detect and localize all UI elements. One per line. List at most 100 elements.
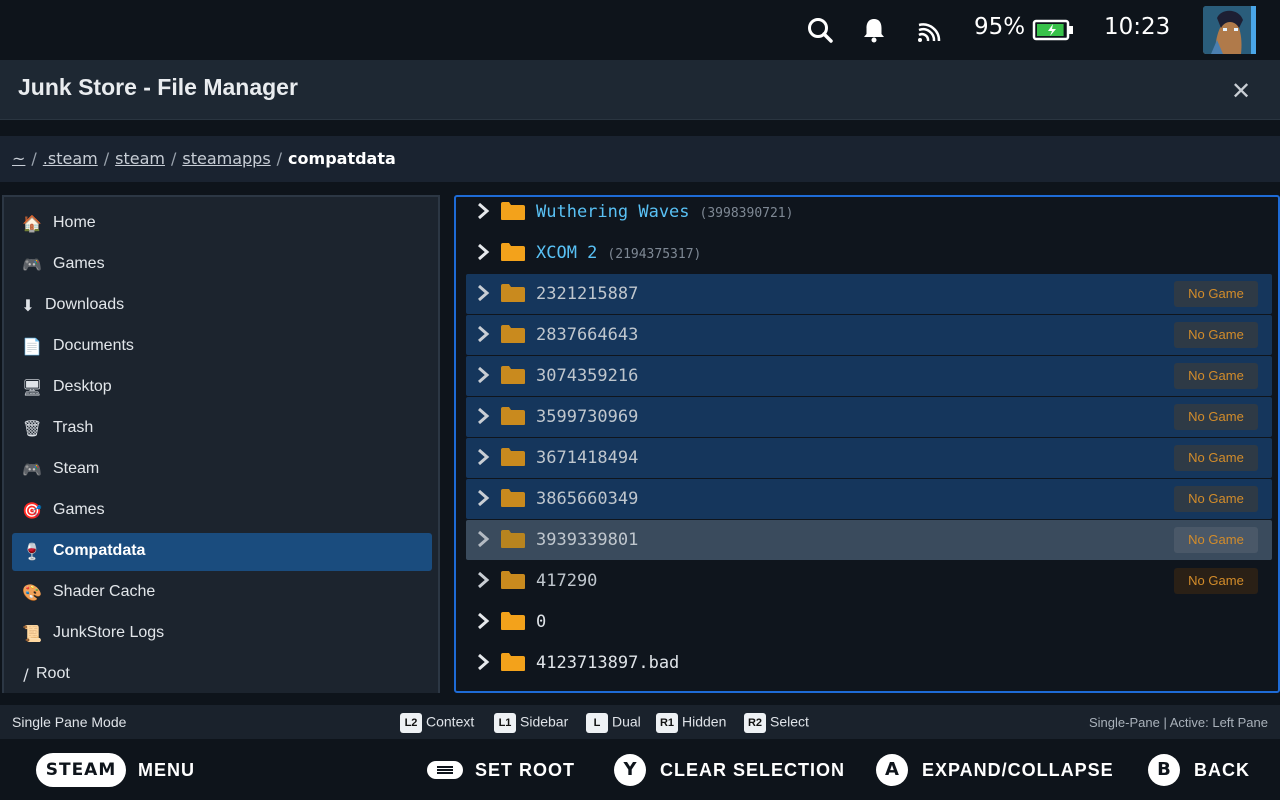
folder-row[interactable]: 417290 No Game — [466, 561, 1272, 601]
sidebar-item-label: Compatdata — [53, 542, 146, 559]
folder-row-selected[interactable]: 3599730969 No Game — [466, 397, 1272, 437]
chevron-right-icon[interactable] — [474, 530, 492, 548]
gamepad-icon: 🎮 — [22, 460, 42, 479]
breadcrumb-steam[interactable]: steam — [115, 149, 165, 168]
folder-icon — [501, 530, 525, 548]
breadcrumb-separator: / — [31, 149, 37, 168]
chevron-right-icon[interactable] — [474, 653, 492, 671]
document-icon: 📄 — [22, 337, 42, 356]
sidebar-item-documents[interactable]: 📄 Documents — [12, 328, 432, 366]
hint-sidebar[interactable]: L1 Sidebar — [494, 713, 568, 733]
hint-bar: Single Pane Mode L2 Context L1 Sidebar L Du… — [0, 705, 1280, 739]
window-header: Junk Store - File Manager ✕ — [0, 60, 1280, 120]
sidebar-item-home[interactable]: 🏠 Home — [12, 205, 432, 243]
chevron-right-icon[interactable] — [474, 571, 492, 589]
l-key-icon: L — [586, 713, 608, 733]
sidebar-item-downloads[interactable]: ⬇ Downloads — [12, 287, 432, 325]
menu-label[interactable]: MENU — [138, 760, 195, 781]
folder-row-selected[interactable]: 2321215887 No Game — [466, 274, 1272, 314]
breadcrumb-steam-dot[interactable]: .steam — [43, 149, 98, 168]
folder-name: 3939339801 — [536, 530, 639, 550]
chevron-right-icon[interactable] — [474, 284, 492, 302]
chevron-right-icon[interactable] — [474, 612, 492, 630]
chevron-right-icon[interactable] — [474, 325, 492, 343]
sidebar-item-compatdata[interactable]: 🍷 Compatdata — [12, 533, 432, 571]
set-root-label[interactable]: SET ROOT — [475, 760, 575, 781]
clear-selection-label[interactable]: CLEAR SELECTION — [660, 760, 845, 781]
status-badge: No Game — [1174, 404, 1258, 430]
folder-name: 2321215887 — [536, 284, 639, 304]
window-title: Junk Store - File Manager — [18, 74, 298, 100]
sidebar-item-steam[interactable]: 🎮 Steam — [12, 451, 432, 489]
hint-context[interactable]: L2 Context — [400, 713, 474, 733]
home-icon: 🏠 — [22, 214, 42, 233]
back-label[interactable]: BACK — [1194, 760, 1250, 781]
desktop-icon: 🖥 — [22, 378, 43, 397]
avatar[interactable] — [1203, 6, 1253, 54]
folder-name: 2837664643 — [536, 325, 639, 345]
clock: 10:23 — [1104, 14, 1171, 40]
folder-name: 3671418494 — [536, 448, 639, 468]
folder-row-focused[interactable]: 3939339801 No Game — [466, 520, 1272, 560]
chevron-right-icon[interactable] — [474, 366, 492, 384]
sidebar-item-root[interactable]: / Root — [12, 656, 432, 694]
sidebar-item-games-2[interactable]: 🎯 Games — [12, 492, 432, 530]
folder-row[interactable]: XCOM 2 (2194375317) — [466, 233, 1272, 273]
folder-row[interactable]: Wuthering Waves (3998390721) — [466, 197, 1272, 232]
expand-collapse-label[interactable]: EXPAND/COLLAPSE — [922, 760, 1114, 781]
steam-button[interactable]: STEAM — [36, 753, 126, 787]
status-badge: No Game — [1174, 527, 1258, 553]
folder-row-selected[interactable]: 2837664643 No Game — [466, 315, 1272, 355]
sidebar-item-label: Desktop — [53, 378, 112, 395]
sidebar-item-label: Root — [36, 665, 70, 682]
battery-percent: 95% — [974, 14, 1026, 40]
status-bar: 95% 10:23 — [0, 0, 1280, 60]
folder-name: 417290 — [536, 571, 598, 591]
folder-icon — [501, 243, 525, 261]
a-button-icon[interactable]: A — [876, 754, 908, 786]
hint-hidden[interactable]: R1 Hidden — [656, 713, 726, 733]
breadcrumb-current: compatdata — [288, 149, 396, 168]
close-icon[interactable]: ✕ — [1228, 78, 1254, 104]
search-icon[interactable] — [805, 15, 835, 45]
sidebar-item-trash[interactable]: 🗑 Trash — [12, 410, 432, 448]
b-button-icon[interactable]: B — [1148, 754, 1180, 786]
folder-row[interactable]: 0 — [466, 602, 1272, 642]
status-badge: No Game — [1174, 363, 1258, 389]
folder-row-selected[interactable]: 3865660349 No Game — [466, 479, 1272, 519]
folder-icon — [501, 489, 525, 507]
sidebar-item-desktop[interactable]: 🖥 Desktop — [12, 369, 432, 407]
breadcrumb-bar: ~ / .steam / steam / steamapps / compatdata — [0, 136, 1280, 182]
folder-row-selected[interactable]: 3074359216 No Game — [466, 356, 1272, 396]
folder-name: 3599730969 — [536, 407, 639, 427]
y-button-icon[interactable]: Y — [614, 754, 646, 786]
bell-icon[interactable] — [859, 15, 889, 45]
sidebar-item-games[interactable]: 🎮 Games — [12, 246, 432, 284]
hint-select[interactable]: R2 Select — [744, 713, 809, 733]
hint-dual[interactable]: L Dual — [586, 713, 641, 733]
folder-row-selected[interactable]: 3671418494 No Game — [466, 438, 1272, 478]
pane-mode-label: Single Pane Mode — [12, 714, 127, 730]
sidebar-item-label: Home — [53, 214, 96, 231]
sidebar-item-label: Shader Cache — [53, 583, 156, 600]
cast-icon[interactable] — [914, 15, 944, 45]
view-button-icon[interactable] — [427, 761, 463, 779]
breadcrumb-home[interactable]: ~ — [12, 149, 25, 168]
file-list-pane[interactable]: Wuthering Waves (3998390721) XCOM 2 (21943… — [454, 195, 1280, 693]
sidebar-item-label: Games — [53, 255, 105, 272]
folder-row[interactable]: 4123713897.bad — [466, 643, 1272, 683]
status-badge: No Game — [1174, 568, 1258, 594]
chevron-right-icon[interactable] — [474, 243, 492, 261]
chevron-right-icon[interactable] — [474, 489, 492, 507]
pane-status: Single-Pane | Active: Left Pane — [1089, 715, 1268, 730]
chevron-right-icon[interactable] — [474, 448, 492, 466]
folder-name: 3865660349 — [536, 489, 639, 509]
chevron-right-icon[interactable] — [474, 202, 492, 220]
sidebar-item-shader-cache[interactable]: 🎨 Shader Cache — [12, 574, 432, 612]
wine-glass-icon: 🍷 — [22, 542, 42, 561]
chevron-right-icon[interactable] — [474, 407, 492, 425]
folder-icon — [501, 202, 525, 220]
sidebar-item-junkstore-logs[interactable]: 📜 JunkStore Logs — [12, 615, 432, 653]
folder-icon — [501, 653, 525, 671]
breadcrumb-steamapps[interactable]: steamapps — [182, 149, 270, 168]
